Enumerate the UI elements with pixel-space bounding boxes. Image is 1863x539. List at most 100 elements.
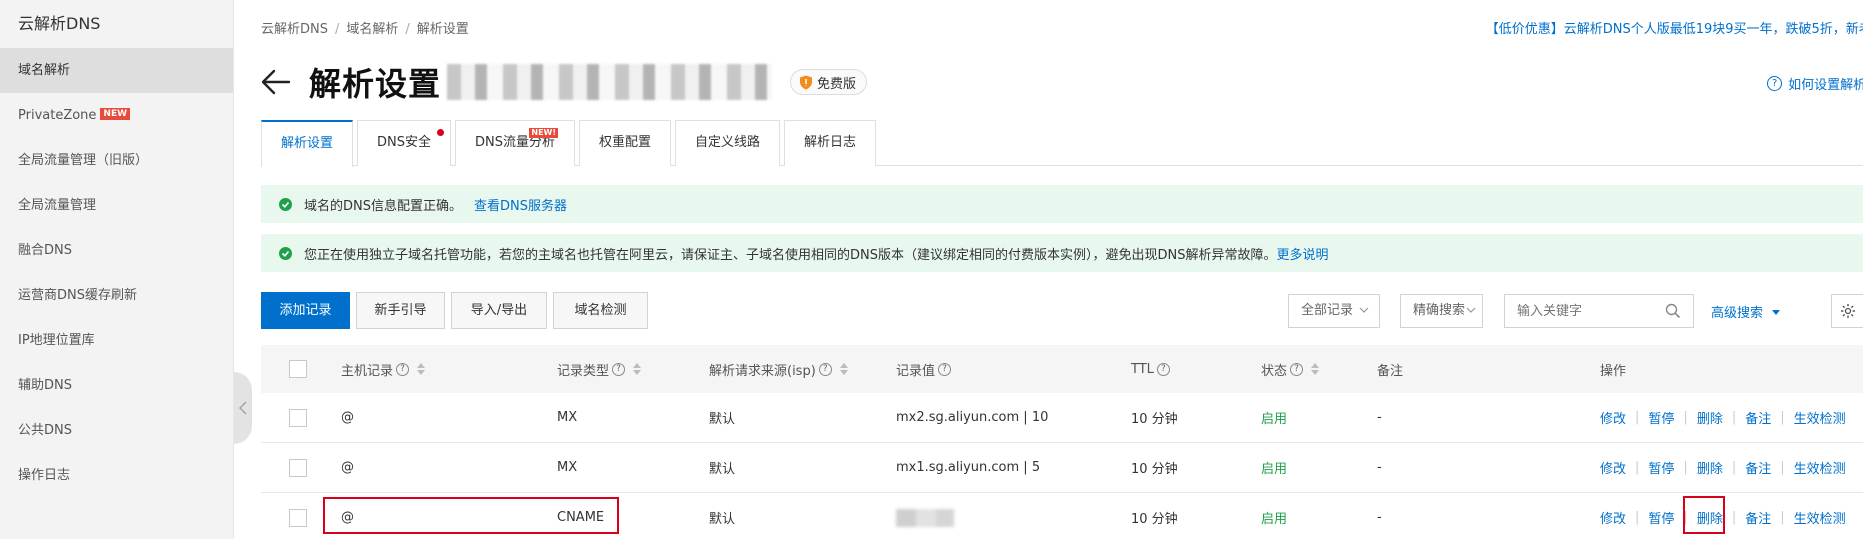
edit-link[interactable]: 修改 [1600, 458, 1626, 477]
breadcrumb: 云解析DNS / 域名解析 / 解析设置 [261, 18, 469, 37]
import-export-button[interactable]: 导入/导出 [451, 292, 547, 329]
header-isp: 解析请求来源(isp)? [709, 345, 848, 393]
header-label: 状态 [1261, 363, 1288, 379]
promo-banner-link[interactable]: 【低价优惠】云解析DNS个人版最低19块9买一年，跌破5折，新老同享! [1486, 18, 1863, 37]
search-input[interactable] [1517, 295, 1657, 327]
shield-icon [800, 75, 813, 89]
record-filter-select[interactable]: 全部记录 [1288, 294, 1380, 328]
sidebar-item-label: 融合DNS [18, 243, 72, 258]
row-checkbox[interactable] [289, 508, 307, 527]
alert-text: 您正在使用独立子域名托管功能，若您的主域名也托管在阿里云，请保证主、子域名使用相… [304, 247, 1277, 263]
op-separator: | [1635, 460, 1640, 475]
search-icon[interactable] [1665, 303, 1681, 319]
cell-status: 启用 [1261, 512, 1288, 527]
sidebar-item-domain-resolve[interactable]: 域名解析 [0, 48, 233, 93]
sort-icon[interactable] [417, 363, 426, 375]
effect-check-link[interactable]: 生效检测 [1794, 458, 1846, 477]
delete-link[interactable]: 删除 [1697, 408, 1723, 427]
records-table: 主机记录? 记录类型? 解析请求来源(isp)? 记录值? TTL? 状态? 备… [261, 345, 1863, 539]
select-all-checkbox[interactable] [289, 360, 307, 378]
question-icon[interactable]: ? [396, 362, 410, 376]
question-icon[interactable]: ? [818, 362, 832, 376]
op-separator: | [1780, 510, 1785, 525]
tab-dns-security[interactable]: DNS安全 [357, 120, 452, 166]
highlight-box-cname [323, 497, 619, 534]
op-separator: | [1683, 410, 1688, 425]
effect-check-link[interactable]: 生效检测 [1794, 508, 1846, 527]
table-row: @ MX 默认 mx1.sg.aliyun.com | 5 10 分钟 启用 -… [261, 443, 1863, 493]
effect-check-link[interactable]: 生效检测 [1794, 408, 1846, 427]
more-info-link[interactable]: 更多说明 [1276, 244, 1328, 263]
table-settings-button[interactable] [1831, 294, 1863, 328]
tab-resolve-settings[interactable]: 解析设置 [261, 120, 354, 167]
sidebar-item-privatezone[interactable]: PrivateZone NEW [0, 93, 233, 138]
cell-status: 启用 [1261, 462, 1288, 477]
advanced-search-toggle[interactable]: 高级搜索 [1711, 302, 1781, 321]
tab-custom-line[interactable]: 自定义线路 [675, 120, 781, 166]
row-checkbox[interactable] [289, 408, 307, 427]
beginner-guide-button[interactable]: 新手引导 [356, 292, 445, 329]
cell-type: MX [557, 410, 578, 425]
sidebar-item-label: 域名解析 [18, 63, 71, 78]
remark-link[interactable]: 备注 [1745, 458, 1771, 477]
row-select-cell [289, 443, 307, 492]
tab-dns-traffic-analysis[interactable]: DNS流量分析 NEW! [455, 120, 576, 166]
new-badge: NEW! [529, 128, 559, 138]
remark-link[interactable]: 备注 [1745, 408, 1771, 427]
add-record-button[interactable]: 添加记录 [261, 292, 350, 329]
question-icon[interactable]: ? [1290, 362, 1304, 376]
sidebar: 云解析DNS 域名解析 PrivateZone NEW 全局流量管理（旧版） 全局… [0, 0, 234, 539]
header-label: 解析请求来源(isp) [709, 363, 816, 379]
remark-link[interactable]: 备注 [1745, 508, 1771, 527]
search-mode-select[interactable]: 精确搜索 [1400, 294, 1483, 328]
sidebar-item-public-dns[interactable]: 公共DNS [0, 408, 233, 453]
row-checkbox[interactable] [289, 458, 307, 477]
question-icon[interactable]: ? [612, 362, 626, 376]
header-type: 记录类型? [557, 345, 642, 393]
header-ops: 操作 [1600, 345, 1626, 393]
table-row: @ MX 默认 mx2.sg.aliyun.com | 10 10 分钟 启用 … [261, 393, 1863, 443]
sidebar-item-ip-geo[interactable]: IP地理位置库 [0, 318, 233, 363]
back-button[interactable] [261, 65, 295, 99]
sort-icon[interactable] [839, 363, 848, 375]
question-icon[interactable]: ? [1156, 362, 1170, 376]
pause-link[interactable]: 暂停 [1648, 508, 1674, 527]
cell-ttl: 10 分钟 [1131, 462, 1178, 477]
edit-link[interactable]: 修改 [1600, 508, 1626, 527]
edition-label: 免费版 [817, 76, 857, 92]
tab-label: DNS安全 [377, 135, 432, 150]
sidebar-item-fusion-dns[interactable]: 融合DNS [0, 228, 233, 273]
domain-check-button[interactable]: 域名检测 [553, 292, 648, 329]
pause-link[interactable]: 暂停 [1648, 408, 1674, 427]
header-ttl: TTL? [1131, 345, 1170, 393]
view-dns-servers-link[interactable]: 查看DNS服务器 [474, 195, 567, 214]
row-select-cell [289, 493, 307, 539]
redacted-domain-name [447, 64, 773, 100]
tab-weight-config[interactable]: 权重配置 [579, 120, 672, 166]
sidebar-item-gtm[interactable]: 全局流量管理 [0, 183, 233, 228]
dns-config-ok-alert: 域名的DNS信息配置正确。 查看DNS服务器 [261, 185, 1863, 223]
sidebar-collapse-handle[interactable] [234, 372, 252, 444]
op-separator: | [1635, 410, 1640, 425]
check-circle-icon [279, 197, 292, 211]
header-label: 记录值 [896, 363, 936, 379]
sidebar-item-label: IP地理位置库 [18, 333, 95, 348]
edit-link[interactable]: 修改 [1600, 408, 1626, 427]
check-circle-icon [279, 246, 292, 260]
tab-label: 解析日志 [804, 135, 857, 150]
sidebar-item-secondary-dns[interactable]: 辅助DNS [0, 363, 233, 408]
breadcrumb-item-domain-resolve[interactable]: 域名解析 [346, 22, 398, 37]
delete-link[interactable]: 删除 [1697, 458, 1723, 477]
help-link-label: 如何设置解析? [1788, 78, 1863, 93]
tab-resolve-log[interactable]: 解析日志 [784, 120, 877, 166]
breadcrumb-item-dns[interactable]: 云解析DNS [261, 22, 328, 37]
sidebar-item-gtm-legacy[interactable]: 全局流量管理（旧版） [0, 138, 233, 183]
chevron-down-icon [1359, 307, 1369, 313]
pause-link[interactable]: 暂停 [1648, 458, 1674, 477]
sort-icon[interactable] [633, 363, 642, 375]
sidebar-item-isp-cache-refresh[interactable]: 运营商DNS缓存刷新 [0, 273, 233, 318]
help-link[interactable]: ? 如何设置解析? [1767, 74, 1863, 93]
sort-icon[interactable] [1311, 363, 1320, 375]
sidebar-item-operation-log[interactable]: 操作日志 [0, 453, 233, 498]
question-icon[interactable]: ? [938, 362, 952, 376]
